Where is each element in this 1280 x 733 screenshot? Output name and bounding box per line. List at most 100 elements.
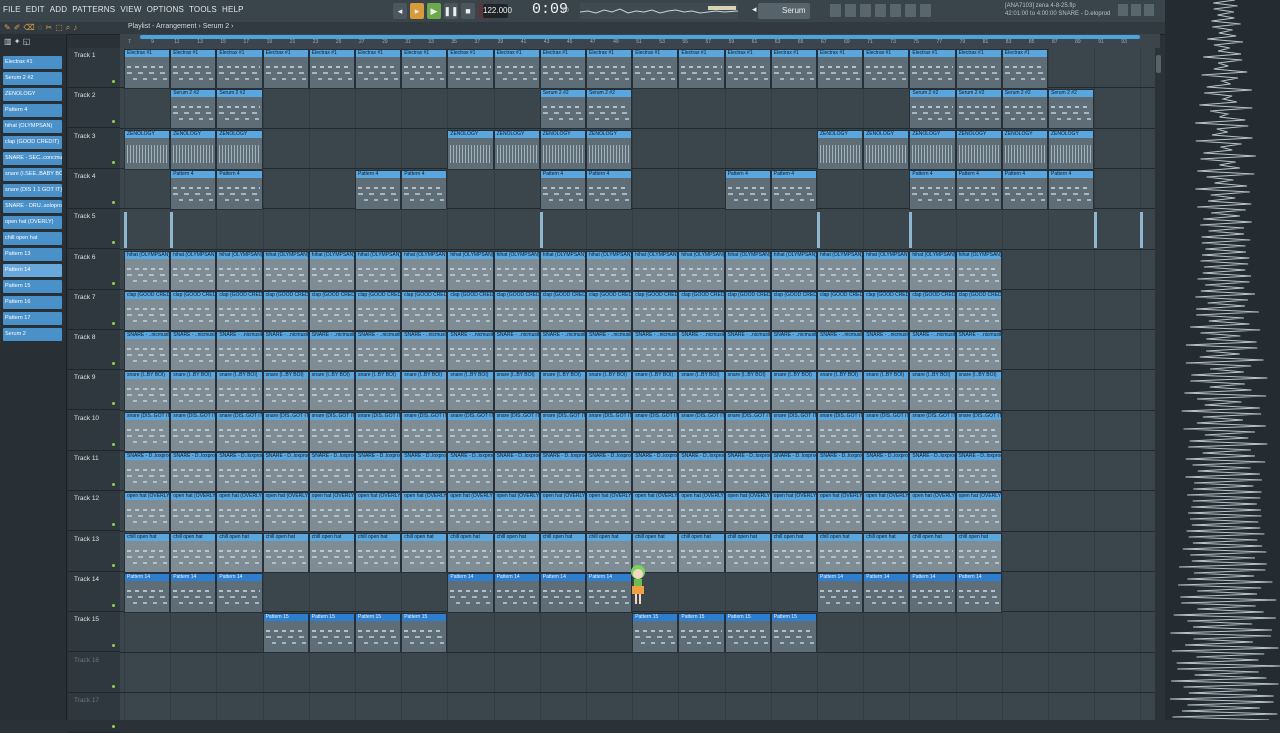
delete-tool-icon[interactable]: ⌫: [23, 23, 34, 33]
pattern-clip[interactable]: Electrax #1: [632, 49, 679, 89]
track-header[interactable]: Track 17: [68, 693, 120, 733]
pattern-clip[interactable]: chill open hat: [124, 532, 171, 573]
pattern-clip[interactable]: snare (DIS..GOT IT): [308, 411, 355, 452]
pattern-clip[interactable]: snare (I..BY BOI): [632, 371, 679, 412]
pattern-clip[interactable]: SNARE - D..loxprod: [955, 452, 1002, 492]
song-mode-icon[interactable]: ▸: [410, 3, 424, 19]
pattern-clip[interactable]: Electrax #1: [724, 49, 771, 89]
pattern-clip[interactable]: SNARE - D..loxprod: [817, 452, 864, 492]
pattern-clip[interactable]: Pattern 14: [539, 572, 586, 613]
track-header[interactable]: Track 8: [68, 330, 120, 371]
audio-slice-clip[interactable]: [1140, 212, 1144, 249]
picker-tools-icon[interactable]: ▥ ✦ ◱: [4, 37, 30, 46]
track-enable-led[interactable]: [112, 402, 115, 406]
maximize-icon[interactable]: [1131, 4, 1141, 16]
pattern-clip[interactable]: ZENOLOGY: [863, 129, 910, 170]
pattern-clip[interactable]: SNARE - ..nicmusik: [308, 331, 355, 372]
pattern-clip[interactable]: open hat (OVERLY): [308, 492, 355, 533]
pattern-clip[interactable]: snare (I..BY BOI): [493, 371, 540, 412]
pattern-clip[interactable]: snare (I..BY BOI): [817, 371, 864, 412]
pattern-clip[interactable]: SNARE - ..nicmusik: [401, 331, 448, 372]
pattern-item[interactable]: Serum 2: [3, 328, 62, 341]
track-header[interactable]: Track 14: [68, 572, 120, 612]
pattern-clip[interactable]: SNARE - D..loxprod: [586, 452, 633, 492]
pattern-clip[interactable]: open hat (OVERLY): [863, 492, 910, 533]
track-header[interactable]: Track 5: [68, 209, 120, 250]
pattern-song-toggle-icon[interactable]: ◂: [393, 3, 407, 19]
pattern-clip[interactable]: hihat (OLYMPSAN): [817, 250, 864, 291]
pattern-clip[interactable]: Pattern 14: [216, 572, 263, 613]
audio-slice-clip[interactable]: [170, 212, 174, 249]
pattern-clip[interactable]: ZENOLOGY: [170, 129, 217, 170]
pattern-clip[interactable]: Pattern 14: [447, 572, 494, 613]
track-enable-led[interactable]: [112, 483, 115, 486]
pattern-clip[interactable]: open hat (OVERLY): [678, 492, 725, 533]
track-enable-led[interactable]: [112, 362, 115, 366]
minimize-icon[interactable]: [1118, 4, 1128, 16]
pattern-clip[interactable]: Electrax #1: [909, 49, 956, 89]
pattern-clip[interactable]: SNARE - ..nicmusik: [678, 331, 725, 372]
pattern-clip[interactable]: Serum 2 #2: [1048, 89, 1095, 130]
pattern-clip[interactable]: Serum 2 #2: [170, 89, 217, 130]
track-header[interactable]: Track 4: [68, 169, 120, 209]
pattern-clip[interactable]: snare (DIS..GOT IT): [170, 411, 217, 452]
pattern-clip[interactable]: Pattern 14: [955, 572, 1002, 613]
pattern-clip[interactable]: hihat (OLYMPSAN): [401, 250, 448, 291]
pattern-clip[interactable]: SNARE - ..nicmusik: [262, 331, 309, 372]
browser-icon[interactable]: [890, 4, 901, 17]
pattern-clip[interactable]: snare (I..BY BOI): [447, 371, 494, 412]
pattern-clip[interactable]: hihat (OLYMPSAN): [632, 250, 679, 291]
pattern-clip[interactable]: Pattern 4: [770, 169, 817, 210]
pattern-item[interactable]: ZENOLOGY: [3, 88, 62, 101]
menu-item-edit[interactable]: EDIT: [26, 5, 45, 14]
pattern-clip[interactable]: Electrax #1: [401, 49, 448, 89]
track-header[interactable]: Track 12: [68, 491, 120, 532]
tempo-display[interactable]: 122.000: [483, 4, 512, 18]
pattern-clip[interactable]: Pattern 4: [1001, 169, 1048, 210]
pattern-clip[interactable]: ZENOLOGY: [586, 129, 633, 170]
pattern-clip[interactable]: Pattern 14: [863, 572, 910, 613]
selected-instrument[interactable]: Serum 2: [758, 3, 810, 31]
pattern-clip[interactable]: open hat (OVERLY): [770, 492, 817, 533]
pattern-clip[interactable]: snare (I..BY BOI): [262, 371, 309, 412]
pattern-clip[interactable]: open hat (OVERLY): [909, 492, 956, 533]
track-enable-led[interactable]: [112, 724, 115, 728]
pattern-clip[interactable]: snare (DIS..GOT IT): [493, 411, 540, 452]
zoom-tool-icon[interactable]: ⌕: [66, 23, 70, 33]
pattern-clip[interactable]: Electrax #1: [539, 49, 586, 89]
pattern-clip[interactable]: hihat (OLYMPSAN): [447, 250, 494, 291]
pattern-clip[interactable]: chill open hat: [308, 532, 355, 573]
pattern-clip[interactable]: ZENOLOGY: [447, 129, 494, 170]
pattern-item[interactable]: Serum 2 #2: [3, 72, 62, 85]
pattern-clip[interactable]: Electrax #1: [955, 49, 1002, 89]
pattern-clip[interactable]: snare (I..BY BOI): [909, 371, 956, 412]
pattern-clip[interactable]: Electrax #1: [770, 49, 817, 89]
pattern-clip[interactable]: clap (GOOD CREDIT): [678, 290, 725, 331]
pattern-clip[interactable]: SNARE - ..nicmusik: [124, 331, 171, 372]
pattern-clip[interactable]: hihat (OLYMPSAN): [308, 250, 355, 291]
pattern-item[interactable]: hihat (OLYMPSAN): [3, 120, 62, 133]
pattern-item[interactable]: Pattern 13: [3, 248, 62, 261]
pattern-clip[interactable]: chill open hat: [770, 532, 817, 573]
vertical-scroll-thumb[interactable]: [1156, 55, 1161, 73]
audio-slice-clip[interactable]: [124, 212, 127, 249]
pattern-clip[interactable]: SNARE - D..loxprod: [355, 452, 402, 492]
pattern-clip[interactable]: SNARE - ..nicmusik: [586, 331, 633, 372]
pattern-clip[interactable]: Pattern 15: [724, 613, 771, 654]
pattern-clip[interactable]: SNARE - ..nicmusik: [632, 331, 679, 372]
track-enable-led[interactable]: [112, 200, 115, 204]
track-header[interactable]: Track 13: [68, 532, 120, 572]
track-enable-led[interactable]: [112, 442, 115, 446]
settings-icon[interactable]: [920, 4, 931, 17]
pattern-clip[interactable]: snare (I..BY BOI): [124, 371, 171, 412]
pattern-clip[interactable]: SNARE - D..loxprod: [124, 452, 171, 492]
pattern-clip[interactable]: hihat (OLYMPSAN): [493, 250, 540, 291]
pattern-clip[interactable]: SNARE - D..loxprod: [308, 452, 355, 492]
pattern-clip[interactable]: Electrax #1: [124, 49, 171, 89]
pattern-clip[interactable]: Electrax #1: [216, 49, 263, 89]
pattern-clip[interactable]: snare (I..BY BOI): [216, 371, 263, 412]
pattern-clip[interactable]: open hat (OVERLY): [724, 492, 771, 533]
pattern-item[interactable]: Electrax #1: [3, 56, 62, 69]
pattern-clip[interactable]: snare (DIS..GOT IT): [539, 411, 586, 452]
pattern-clip[interactable]: snare (DIS..GOT IT): [863, 411, 910, 452]
